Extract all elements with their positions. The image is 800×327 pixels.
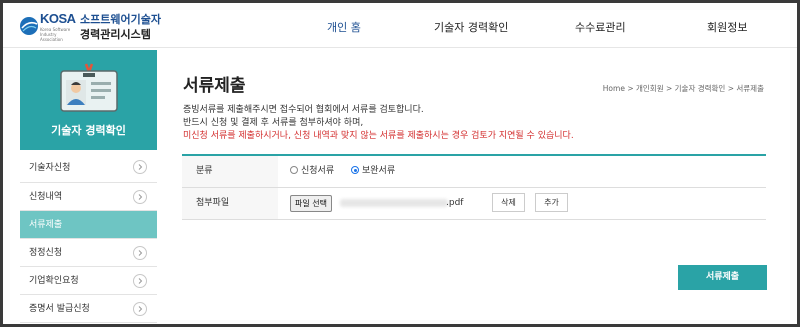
add-file-button[interactable]: 추가 [535,193,568,212]
chevron-right-icon [133,302,147,316]
sidebar-item-apply[interactable]: 기술자신청 [20,153,157,183]
attachment-label: 첨부파일 [182,188,278,219]
gnb-personal-home[interactable]: 개인 홈 [327,19,361,35]
sidebar-item-certificate[interactable]: 증명서 발급신청 [20,295,157,323]
kosa-logo[interactable]: KOSA Korea Software Industry Association… [18,9,168,43]
category-label: 분류 [182,156,278,187]
sidebar-item-label: 기술자신청 [29,163,71,173]
file-extension: .pdf [446,198,464,208]
sidebar-item-submit-docs[interactable]: 서류제출 [20,211,157,239]
notice-warning: 미신청 서류를 제출하시거나, 신청 내역과 맞지 않는 서류를 제출하시는 경… [183,131,574,141]
radio-supplement-docs[interactable]: 보완서류 [351,166,395,176]
radio-application-docs[interactable]: 신청서류 [290,166,334,176]
radio-on-icon[interactable] [351,166,359,174]
category-row: 분류 신청서류 보완서류 [182,156,766,188]
sidebar-item-history[interactable]: 신청내역 [20,183,157,211]
sidebar-item-label: 신청내역 [29,192,63,202]
logo-kosa-subtext: Korea Software Industry Association [40,27,71,42]
gnb-member-info[interactable]: 회원정보 [707,19,747,35]
notice-line-1: 증빙서류를 제출해주시면 접수되어 협회에서 서류를 검토합니다. [183,105,424,115]
delete-file-button[interactable]: 삭제 [492,193,525,212]
sidebar-title: 기술자 경력확인 [51,124,126,137]
radio-label: 신청서류 [301,166,335,176]
sidebar-item-label: 정정신청 [29,248,63,258]
notice-line-2: 반드시 신청 및 결제 후 서류를 첨부하셔야 하며, [183,118,364,128]
logo-title-line2: 경력관리시스템 [80,28,151,41]
sidebar-item-correction[interactable]: 정정신청 [20,239,157,267]
chevron-right-icon [133,160,147,174]
breadcrumb: Home > 개인회원 > 기술자 경력확인 > 서류제출 [602,84,764,93]
sidebar-hero: 기술자 경력확인 [20,50,157,150]
id-card-icon [60,63,118,112]
notice-text: 증빙서류를 제출해주시면 접수되어 협회에서 서류를 검토합니다. 반드시 신청… [183,104,574,143]
page-title: 서류제출 [183,76,246,96]
file-select-button[interactable]: 파일 선택 [290,195,332,212]
radio-off-icon[interactable] [290,166,298,174]
category-options: 신청서류 보완서류 [278,156,766,187]
browser-frame: KOSA Korea Software Industry Association… [0,0,800,327]
chevron-right-icon [133,246,147,260]
sidebar-item-label: 증명서 발급신청 [29,304,90,314]
sidebar-item-label: 기업확인요청 [29,276,79,286]
gnb-fee-management[interactable]: 수수료관리 [575,19,626,35]
radio-label: 보완서류 [362,166,396,176]
sidebar-item-company-check[interactable]: 기업확인요청 [20,267,157,295]
logo-kosa-text: KOSA [40,11,76,26]
chevron-right-icon [133,274,147,288]
file-name-redacted [340,199,448,207]
chevron-right-icon [133,190,147,204]
submit-docs-button[interactable]: 서류제출 [678,265,767,290]
submit-form-table: 분류 신청서류 보완서류 첨부파일 파일 선택 .pdf 삭제 추가 [182,154,766,220]
main-content: 서류제출 Home > 개인회원 > 기술자 경력확인 > 서류제출 증빙서류를… [157,50,797,324]
header: KOSA Korea Software Industry Association… [3,3,797,48]
sidebar: 기술자 경력확인 기술자신청 신청내역 서류제출 정정신청 기업확인요청 증명서… [20,50,157,324]
logo-title-line1: 소프트웨어기술자 [80,13,161,26]
gnb-career-check[interactable]: 기술자 경력확인 [434,19,508,35]
attachment-row: 첨부파일 파일 선택 .pdf 삭제 추가 [182,188,766,220]
attachment-field: 파일 선택 .pdf 삭제 추가 [278,188,766,219]
sidebar-item-label: 서류제출 [29,220,63,230]
